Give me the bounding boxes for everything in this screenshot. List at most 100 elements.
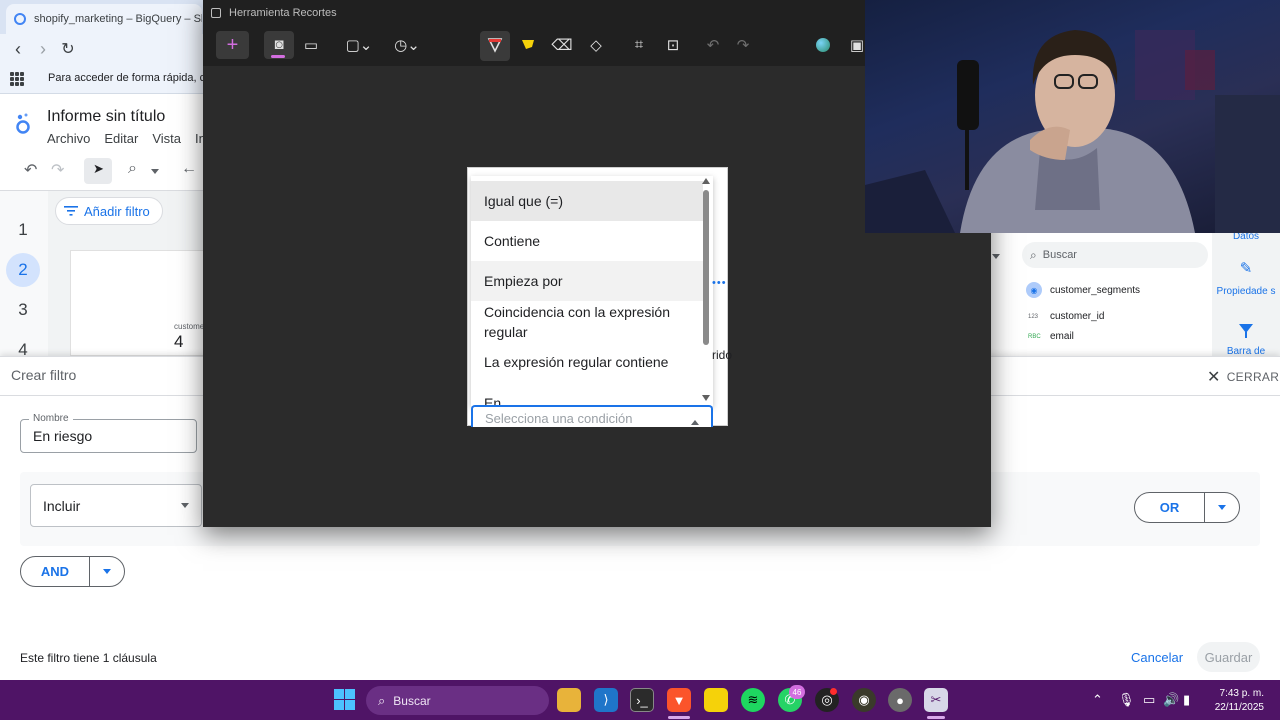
snipping-tool-taskbar-icon[interactable]: ✂: [924, 688, 948, 712]
vscode-icon[interactable]: ⟩: [594, 688, 618, 712]
condition-option[interactable]: En: [471, 389, 703, 406]
close-icon: ✕: [1207, 369, 1221, 386]
sticky-notes-icon[interactable]: [704, 688, 728, 712]
save-button[interactable]: Guardar: [1197, 642, 1260, 672]
condition-option[interactable]: Coincidencia con la expresión regular: [471, 301, 703, 343]
page-number[interactable]: 3: [0, 300, 46, 320]
filter-name-field[interactable]: En riesgo: [20, 419, 197, 453]
scroll-down-arrow-icon[interactable]: [702, 395, 710, 401]
webcam-app-icon[interactable]: ●: [888, 688, 912, 712]
and-button[interactable]: AND: [21, 557, 90, 586]
report-title[interactable]: Informe sin título: [47, 108, 165, 126]
video-camera-icon[interactable]: ▭: [302, 36, 320, 54]
webcam-overlay: [865, 0, 1280, 233]
condition-select[interactable]: Selecciona una condición: [471, 405, 713, 427]
clock-time[interactable]: 7:43 p. m.: [1200, 688, 1264, 699]
spotify-icon[interactable]: ≋: [741, 688, 765, 712]
chevron-up-icon: [691, 420, 699, 425]
partial-text: rido: [712, 348, 733, 362]
tray-overflow-chevron-icon[interactable]: ⌃: [1092, 692, 1103, 708]
menu-editar[interactable]: Editar: [104, 131, 138, 146]
timer-dropdown-icon[interactable]: ◷⌄: [392, 36, 422, 54]
terminal-icon[interactable]: ›_: [630, 688, 654, 712]
menu-vista[interactable]: Vista: [152, 131, 181, 146]
datasource-icon: ◉: [1026, 282, 1042, 298]
text-actions-icon[interactable]: ⊡: [664, 36, 682, 54]
condition-option[interactable]: Contiene: [471, 221, 703, 261]
menu-bar: Archivo Editar Vista Inse: [47, 131, 220, 146]
bigquery-favicon-icon: [14, 13, 26, 25]
redo-icon[interactable]: ↷: [734, 36, 752, 54]
browser-tab[interactable]: shopify_marketing – BigQuery – Shop: [6, 4, 202, 34]
clock-date[interactable]: 22/11/2025: [1200, 702, 1264, 713]
datasource-item[interactable]: ◉ customer_segments: [1026, 282, 1140, 298]
shapes-icon[interactable]: ◇: [587, 36, 605, 54]
reload-icon[interactable]: ↻: [57, 38, 79, 60]
or-button[interactable]: OR: [1135, 493, 1205, 522]
save-disk-icon[interactable]: ▣: [848, 36, 866, 54]
filter-name-label: Nombre: [29, 413, 73, 424]
page-number[interactable]: 2: [0, 260, 46, 280]
taskbar-search[interactable]: ⌕ Buscar: [366, 686, 549, 715]
battery-icon[interactable]: ▮: [1183, 692, 1190, 708]
filter-funnel-stem: [1245, 332, 1247, 338]
cancel-button[interactable]: Cancelar: [1125, 642, 1189, 672]
network-icon[interactable]: ▭: [1143, 692, 1155, 708]
filter-lines-icon: [64, 206, 78, 216]
include-exclude-select[interactable]: Incluir: [30, 484, 202, 527]
undo-icon[interactable]: ↶: [704, 36, 722, 54]
copilot-icon[interactable]: [816, 38, 830, 52]
crop-icon[interactable]: ⌗: [630, 36, 648, 53]
brave-browser-icon[interactable]: ▼: [667, 688, 691, 712]
volume-icon[interactable]: 🔊: [1163, 692, 1179, 708]
bookmark-hint-text: Para acceder de forma rápida, coloc: [48, 72, 226, 84]
close-filter-button[interactable]: ✕ CERRAR: [1207, 367, 1279, 387]
snipping-tool-title: Herramienta Recortes: [229, 7, 337, 19]
menu-archivo[interactable]: Archivo: [47, 131, 90, 146]
chevron-down-icon: [103, 569, 111, 574]
or-dropdown-button[interactable]: [1205, 493, 1239, 522]
panel-caret-icon[interactable]: [992, 254, 1000, 259]
chevron-down-icon: [181, 503, 189, 508]
looker-studio-logo-icon: [16, 113, 30, 134]
create-filter-title: Crear filtro: [11, 367, 77, 383]
menu-scrollbar[interactable]: [703, 190, 709, 345]
add-filter-button[interactable]: Añadir filtro: [55, 197, 163, 225]
back-icon[interactable]: ‹: [7, 38, 29, 60]
active-app-indicator: [927, 716, 945, 719]
zoom-icon[interactable]: ⌕: [128, 160, 137, 178]
active-app-indicator: [668, 716, 690, 719]
arrow-left-icon[interactable]: ←: [181, 160, 197, 178]
scroll-up-arrow-icon[interactable]: [702, 178, 710, 184]
windows-start-icon[interactable]: [334, 689, 355, 710]
scorecard-label: custome: [174, 322, 205, 331]
microphone-icon[interactable]: 🎙: [1118, 692, 1135, 708]
zoom-caret-icon[interactable]: [151, 169, 159, 174]
highlighter-icon[interactable]: [520, 37, 536, 55]
chevron-down-icon: [1218, 505, 1226, 510]
file-explorer-icon[interactable]: [557, 688, 581, 712]
redo-icon[interactable]: ↷: [51, 160, 64, 180]
data-search-input[interactable]: ⌕ Buscar: [1022, 242, 1208, 268]
snipping-tool-titlebar: Herramienta Recortes: [203, 0, 865, 26]
snip-shape-dropdown-icon[interactable]: ▢⌄: [344, 36, 374, 54]
condition-option[interactable]: Empieza por: [471, 261, 703, 301]
new-snip-plus-icon[interactable]: +: [216, 31, 249, 59]
condition-option[interactable]: La expresión regular contiene: [471, 343, 703, 381]
obs-icon[interactable]: ◉: [852, 688, 876, 712]
scorecard-chart[interactable]: [70, 250, 210, 356]
undo-icon[interactable]: ↶: [24, 160, 37, 180]
condition-option[interactable]: Igual que (=): [471, 181, 703, 221]
snipping-tool-app-icon: [211, 8, 221, 18]
datasource-name: customer_segments: [1050, 284, 1141, 296]
apps-grid-icon[interactable]: [10, 72, 24, 86]
clause-count-text: Este filtro tiene 1 cláusula: [20, 651, 157, 665]
forward-icon[interactable]: ›: [32, 38, 54, 60]
page-number[interactable]: 1: [0, 220, 46, 240]
field-item[interactable]: 123 customer_id: [1028, 311, 1104, 322]
field-item[interactable]: RBC email: [1028, 331, 1074, 342]
and-dropdown-button[interactable]: [90, 557, 124, 586]
tab-propiedades[interactable]: Propiedade s: [1214, 286, 1278, 297]
field-name: customer_id: [1050, 311, 1105, 322]
eraser-icon[interactable]: ⌫: [551, 36, 572, 54]
